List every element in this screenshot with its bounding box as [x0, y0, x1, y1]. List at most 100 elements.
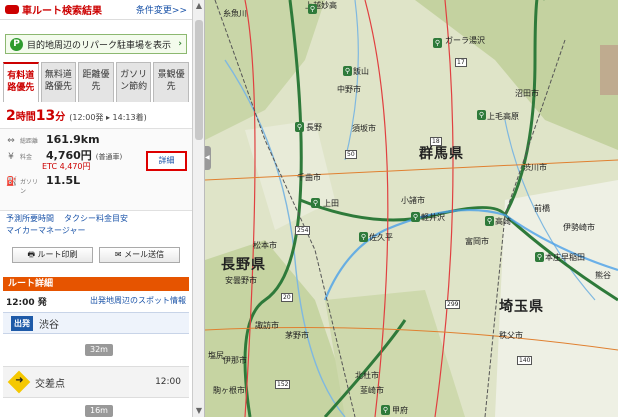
route-stats: ⇔ 総距離 161.9km ¥ 料金 4,760円 (普通車) ETC 4,47… [0, 129, 192, 211]
chevron-right-icon: › [178, 39, 182, 49]
car-icon [5, 5, 19, 14]
road-number: 18 [430, 137, 442, 146]
turn-point: ➜ 交差点 12:00 [3, 366, 189, 398]
scroll-thumb[interactable] [195, 20, 203, 140]
station-icon[interactable]: ⚲ [433, 38, 442, 48]
tab-free-road[interactable]: 無料道路優先 [40, 62, 77, 102]
map-view[interactable]: 群馬県 長野県 埼玉県 糸魚川 上越妙高 ガーラ湯沢 飯山 上毛高原 長野 須坂… [205, 0, 618, 417]
map-label: 佐久平 [369, 233, 393, 242]
map-label: 駒ヶ根市 [213, 386, 245, 395]
parking-icon: P [10, 37, 23, 51]
segment-duration: 16m [85, 405, 113, 417]
map-label: 甲府 [392, 406, 408, 415]
change-conditions-link[interactable]: 条件変更>> [136, 3, 187, 16]
mycar-manager-link[interactable]: マイカーマネージャー [6, 226, 85, 235]
map-label: 飯山 [353, 67, 369, 76]
map-label: 富岡市 [465, 237, 489, 246]
taxi-fare-link[interactable]: タクシー料金目安 [64, 214, 128, 223]
road-number: 17 [455, 58, 467, 67]
parking-banner[interactable]: P 目的地周辺のリパーク駐車場を表示 › [5, 34, 187, 54]
tab-scenery[interactable]: 景観優先 [153, 62, 189, 102]
map-label: 本庄早稲田 [545, 253, 585, 262]
map-label: 秩父市 [499, 331, 523, 340]
gas-value: 11.5L [46, 174, 81, 187]
duration: 2時間13分 [6, 108, 66, 124]
detail-button[interactable]: 詳細 [146, 151, 187, 171]
map-label: 渋川市 [523, 163, 547, 172]
station-icon[interactable]: ⚲ [295, 122, 304, 132]
departure-row: 12:00 発 出発地周辺のスポット情報 [0, 291, 192, 312]
pref-label-nagano: 長野県 [221, 257, 266, 273]
forecast-link[interactable]: 予測所要時間 [6, 214, 54, 223]
map-label: 長野 [306, 123, 322, 132]
spot-info-link[interactable]: 出発地周辺のスポット情報 [90, 295, 186, 308]
page-title: 車ルート検索結果 [22, 6, 102, 17]
turn-time: 12:00 [155, 377, 181, 387]
station-icon[interactable]: ⚲ [381, 405, 390, 415]
scroll-up-icon[interactable]: ▲ [193, 0, 205, 12]
pref-label-saitama: 埼玉県 [499, 299, 544, 315]
station-icon[interactable]: ⚲ [485, 216, 494, 226]
segment-1: 32m [0, 341, 192, 359]
road-number: 152 [275, 380, 291, 389]
map-label: 上毛高原 [487, 112, 519, 121]
road-number: 254 [295, 226, 311, 235]
station-icon[interactable]: ⚲ [343, 66, 352, 76]
road-number: 140 [517, 356, 533, 365]
map-label: 塩尻 [208, 351, 224, 360]
related-links: 予測所要時間 タクシー料金目安 マイカーマネージャー [0, 211, 192, 239]
map-label: 中野市 [337, 85, 361, 94]
map-label: 糸魚川 [223, 9, 247, 18]
map-label: ガーラ湯沢 [445, 36, 485, 45]
tab-gas-saving[interactable]: ガソリン節約 [115, 62, 152, 102]
panel-toggle-icon[interactable]: ◀ [205, 146, 211, 170]
map-label: 上田 [323, 199, 339, 208]
mail-send-button[interactable]: ✉ メール送信 [99, 247, 180, 263]
pref-label-gunma: 群馬県 [419, 146, 464, 162]
start-badge: 出発 [11, 315, 33, 331]
map-label: 韮崎市 [360, 386, 384, 395]
header: 車ルート検索結果 条件変更>> [0, 0, 192, 20]
scroll-down-icon[interactable]: ▼ [193, 405, 205, 417]
scrollbar[interactable]: ▲ ▼ [193, 0, 205, 417]
map-label: 安曇野市 [225, 276, 257, 285]
distance-icon: ⇔ [7, 136, 15, 146]
road-number: 299 [445, 300, 461, 309]
distance-value: 161.9km [46, 133, 100, 146]
road-number: 20 [281, 293, 293, 302]
map-label: 松本市 [253, 241, 277, 250]
station-icon[interactable]: ⚲ [535, 252, 544, 262]
station-icon[interactable]: ⚲ [477, 110, 486, 120]
map-label: 諏訪市 [255, 321, 279, 330]
road-number: 50 [345, 150, 357, 159]
map-label: 伊勢崎市 [563, 223, 595, 232]
map-label: 高崎 [495, 217, 511, 226]
yen-icon: ¥ [8, 152, 14, 162]
route-tabs: 有料道路優先 無料道路優先 距離優先 ガソリン節約 景観優先 [3, 62, 189, 102]
tab-toll-priority[interactable]: 有料道路優先 [3, 62, 39, 102]
action-buttons: 🖶 ルート印刷 ✉ メール送信 [0, 239, 192, 271]
map-label: 茅野市 [285, 331, 309, 340]
parking-label: 目的地周辺のリパーク駐車場を表示 [27, 40, 172, 51]
tab-distance[interactable]: 距離優先 [78, 62, 114, 102]
station-icon[interactable]: ⚲ [359, 232, 368, 242]
gas-pump-icon: ⛽ [6, 177, 18, 187]
map-label: 須坂市 [352, 124, 376, 133]
map-label: 小諸市 [401, 196, 425, 205]
segment-duration: 32m [85, 344, 113, 356]
map-label: 熊谷 [595, 271, 611, 280]
station-icon[interactable]: ⚲ [411, 212, 420, 222]
map-label: 前橋 [534, 204, 550, 213]
route-detail-header: ルート詳細 [3, 277, 189, 291]
start-point: 出発 渋谷 [3, 312, 189, 334]
station-icon[interactable]: ⚲ [311, 198, 320, 208]
map-label: 千曲市 [297, 173, 321, 182]
map-label: 伊那市 [223, 356, 247, 365]
duration-summary: 2時間13分 (12:00発 ▸ 14:13着) [0, 102, 192, 129]
turn-arrow-icon: ➜ [7, 370, 31, 394]
map-terrain [205, 0, 618, 417]
segment-2: 16m [0, 402, 192, 417]
station-icon[interactable]: ⚲ [308, 4, 317, 14]
departure-time: 12:00 発 [6, 298, 47, 308]
print-route-button[interactable]: 🖶 ルート印刷 [12, 247, 93, 263]
